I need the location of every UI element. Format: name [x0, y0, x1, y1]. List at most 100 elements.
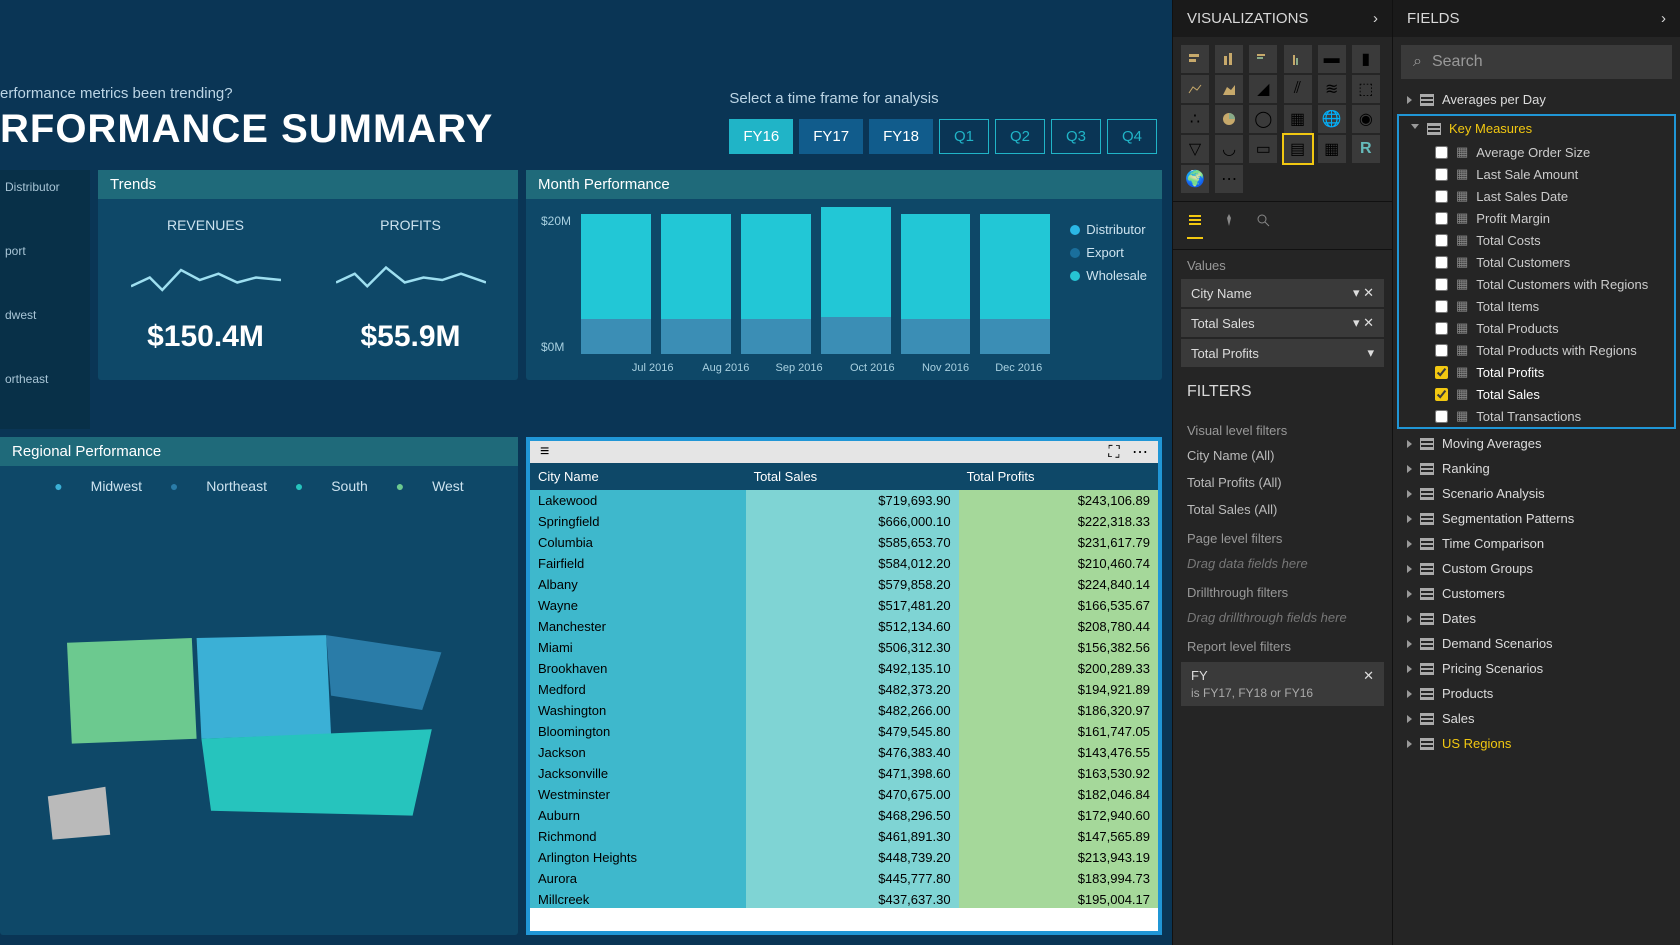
- fields-well-tab[interactable]: [1187, 212, 1203, 239]
- col-profits[interactable]: Total Profits: [959, 463, 1158, 490]
- field-table[interactable]: Pricing Scenarios: [1393, 656, 1680, 681]
- scatter-icon[interactable]: ∴: [1181, 105, 1209, 133]
- field-table[interactable]: Dates: [1393, 606, 1680, 631]
- r-visual-icon[interactable]: R: [1352, 135, 1380, 163]
- ribbon-icon[interactable]: ≋: [1318, 75, 1346, 103]
- table-row[interactable]: Albany$579,858.20$224,840.14: [530, 574, 1158, 595]
- city-table-visual[interactable]: ≡ ⛶ ⋯ City Name Total Sales Total Profit…: [526, 437, 1162, 935]
- left-slicer-strip[interactable]: Distributor port dwest ortheast -10 Rank…: [0, 170, 90, 429]
- table-row[interactable]: Arlington Heights$448,739.20$213,943.19: [530, 847, 1158, 868]
- table-row[interactable]: Westminster$470,675.00$182,046.84: [530, 784, 1158, 805]
- bucket-city[interactable]: City Name▾ ✕: [1181, 279, 1384, 307]
- stacked-area-icon[interactable]: ◢: [1249, 75, 1277, 103]
- line-chart-icon[interactable]: [1181, 75, 1209, 103]
- field-table[interactable]: Time Comparison: [1393, 531, 1680, 556]
- bucket-profits[interactable]: Total Profits▾: [1181, 339, 1384, 367]
- table-row[interactable]: Washington$482,266.00$186,320.97: [530, 700, 1158, 721]
- table-row[interactable]: Brookhaven$492,135.10$200,289.33: [530, 658, 1158, 679]
- collapse-icon[interactable]: ›: [1661, 10, 1666, 27]
- clear-filter-icon[interactable]: ✕: [1363, 668, 1374, 684]
- field-table[interactable]: Ranking: [1393, 456, 1680, 481]
- table-row[interactable]: Springfield$666,000.10$222,318.33: [530, 511, 1158, 532]
- pie-icon[interactable]: [1215, 105, 1243, 133]
- field-table[interactable]: Scenario Analysis: [1393, 481, 1680, 506]
- table-row[interactable]: Wayne$517,481.20$166,535.67: [530, 595, 1158, 616]
- field-item[interactable]: ▦ Profit Margin: [1399, 207, 1674, 229]
- field-table[interactable]: Products: [1393, 681, 1680, 706]
- table-row[interactable]: Manchester$512,134.60$208,780.44: [530, 616, 1158, 637]
- table-row[interactable]: Jackson$476,383.40$143,476.55: [530, 742, 1158, 763]
- table-row[interactable]: Jacksonville$471,398.60$163,530.92: [530, 763, 1158, 784]
- stacked-column-icon[interactable]: [1215, 45, 1243, 73]
- drag-handle-icon[interactable]: ≡: [540, 443, 549, 461]
- fields-search[interactable]: ⌕ Search: [1401, 45, 1672, 79]
- more-viz-icon[interactable]: ⋯: [1215, 165, 1243, 193]
- field-item[interactable]: ▦ Total Sales: [1399, 383, 1674, 405]
- q3-button[interactable]: Q3: [1051, 119, 1101, 154]
- field-table[interactable]: Demand Scenarios: [1393, 631, 1680, 656]
- field-item[interactable]: ▦ Total Customers: [1399, 251, 1674, 273]
- table-row[interactable]: Medford$482,373.20$194,921.89: [530, 679, 1158, 700]
- field-table[interactable]: Averages per Day: [1393, 87, 1680, 112]
- field-item[interactable]: ▦ Total Products with Regions: [1399, 339, 1674, 361]
- table-row[interactable]: Aurora$445,777.80$183,994.73: [530, 868, 1158, 889]
- collapse-icon[interactable]: ›: [1373, 10, 1378, 27]
- table-icon[interactable]: ▤: [1284, 135, 1312, 163]
- fields-pane[interactable]: FIELDS › ⌕ Search Averages per Day Key M…: [1392, 0, 1680, 945]
- field-item[interactable]: ▦ Total Profits: [1399, 361, 1674, 383]
- field-item[interactable]: ▦ Total Customers with Regions: [1399, 273, 1674, 295]
- area-chart-icon[interactable]: [1215, 75, 1243, 103]
- col-city[interactable]: City Name: [530, 463, 746, 490]
- combo-chart-icon[interactable]: ⫽: [1284, 75, 1312, 103]
- month-performance-card[interactable]: Month Performance $20M$0M Jul 2016 Aug 2…: [526, 170, 1162, 380]
- filter-profits[interactable]: Total Profits (All): [1173, 469, 1392, 496]
- drill-filter-hint[interactable]: Drag drillthrough fields here: [1173, 604, 1392, 631]
- table-row[interactable]: Millcreek$437,637.30$195,004.17: [530, 889, 1158, 908]
- fy16-button[interactable]: FY16: [729, 119, 793, 154]
- filter-sales[interactable]: Total Sales (All): [1173, 496, 1392, 523]
- report-filter-fy[interactable]: FY✕ is FY17, FY18 or FY16: [1181, 662, 1384, 706]
- field-table[interactable]: Moving Averages: [1393, 431, 1680, 456]
- field-item[interactable]: ▦ Last Sale Amount: [1399, 163, 1674, 185]
- field-item[interactable]: ▦ Average Order Size: [1399, 141, 1674, 163]
- format-tab[interactable]: [1221, 212, 1237, 239]
- filled-map-icon[interactable]: ◉: [1352, 105, 1380, 133]
- funnel-icon[interactable]: ▽: [1181, 135, 1209, 163]
- table-row[interactable]: Lakewood$719,693.90$243,106.89: [530, 490, 1158, 511]
- 100-column-icon[interactable]: ▮: [1352, 45, 1380, 73]
- visualizations-pane[interactable]: VISUALIZATIONS › ▬ ▮ ◢ ⫽ ≋ ⬚ ∴ ◯ ▦: [1172, 0, 1392, 945]
- treemap-icon[interactable]: ▦: [1284, 105, 1312, 133]
- regional-card[interactable]: Regional Performance ● Midwest ● Northea…: [0, 437, 518, 935]
- field-table[interactable]: Segmentation Patterns: [1393, 506, 1680, 531]
- field-item[interactable]: ▦ Total Items: [1399, 295, 1674, 317]
- more-options-icon[interactable]: ⋯: [1132, 444, 1148, 461]
- focus-mode-icon[interactable]: ⛶: [1108, 444, 1119, 461]
- donut-icon[interactable]: ◯: [1249, 105, 1277, 133]
- fy18-button[interactable]: FY18: [869, 119, 933, 154]
- field-table[interactable]: Sales: [1393, 706, 1680, 731]
- q4-button[interactable]: Q4: [1107, 119, 1157, 154]
- table-row[interactable]: Columbia$585,653.70$231,617.79: [530, 532, 1158, 553]
- table-row[interactable]: Bloomington$479,545.80$161,747.05: [530, 721, 1158, 742]
- field-item[interactable]: ▦ Last Sales Date: [1399, 185, 1674, 207]
- fy17-button[interactable]: FY17: [799, 119, 863, 154]
- report-canvas[interactable]: erformance metrics been trending? RFORMA…: [0, 0, 1172, 945]
- filter-city[interactable]: City Name (All): [1173, 442, 1392, 469]
- table-row[interactable]: Auburn$468,296.50$172,940.60: [530, 805, 1158, 826]
- clustered-column-icon[interactable]: [1284, 45, 1312, 73]
- col-sales[interactable]: Total Sales: [746, 463, 959, 490]
- table-row[interactable]: Miami$506,312.30$156,382.56: [530, 637, 1158, 658]
- q2-button[interactable]: Q2: [995, 119, 1045, 154]
- field-table[interactable]: Customers: [1393, 581, 1680, 606]
- matrix-icon[interactable]: ▦: [1318, 135, 1346, 163]
- globe-icon[interactable]: 🌍: [1181, 165, 1209, 193]
- field-item[interactable]: ▦ Total Products: [1399, 317, 1674, 339]
- bucket-sales[interactable]: Total Sales▾ ✕: [1181, 309, 1384, 337]
- stacked-bar-icon[interactable]: [1181, 45, 1209, 73]
- page-filter-hint[interactable]: Drag data fields here: [1173, 550, 1392, 577]
- waterfall-icon[interactable]: ⬚: [1352, 75, 1380, 103]
- key-measures-group[interactable]: Key Measures ▦ Average Order Size ▦ Last…: [1397, 114, 1676, 429]
- trends-card[interactable]: Trends REVENUES $150.4M PROFITS $55.9M: [98, 170, 518, 380]
- clustered-bar-icon[interactable]: [1249, 45, 1277, 73]
- analytics-tab[interactable]: [1255, 212, 1271, 239]
